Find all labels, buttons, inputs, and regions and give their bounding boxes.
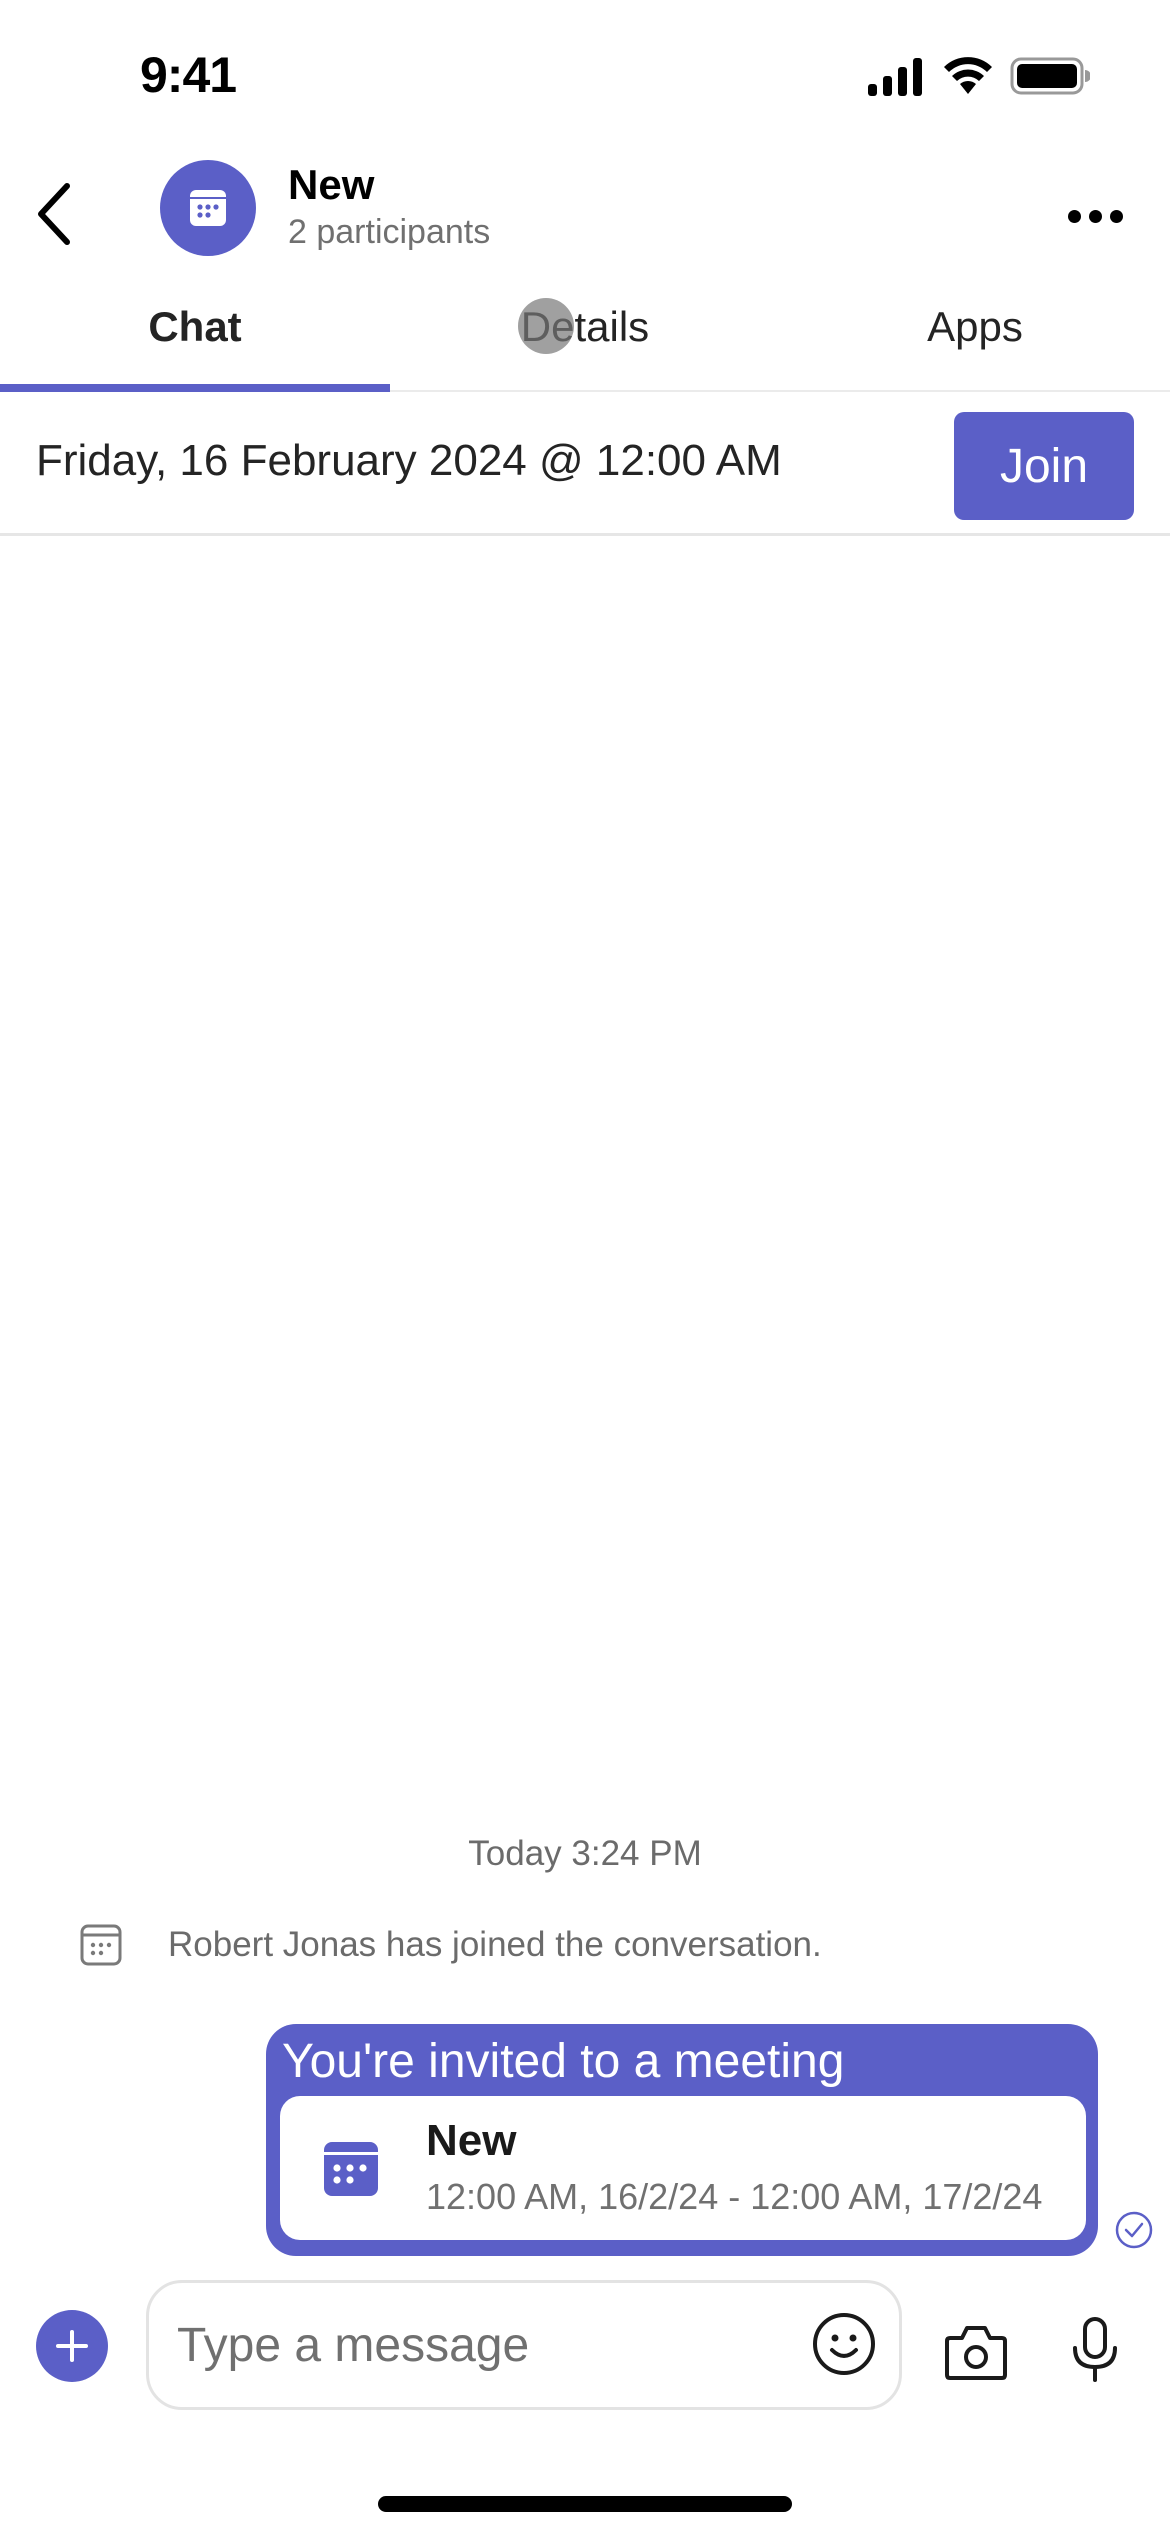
chat-header: New 2 participants [0,150,1170,280]
chat-title: New [288,161,375,208]
status-icons [866,56,1090,96]
meeting-card[interactable]: New 12:00 AM, 16/2/24 - 12:00 AM, 17/2/2… [280,2096,1086,2240]
plus-icon [56,2330,88,2362]
battery-icon [1010,57,1090,95]
tab-chat[interactable]: Chat [0,280,390,392]
message-input-container [146,2280,902,2410]
meeting-time: 12:00 AM, 16/2/24 - 12:00 AM, 17/2/24 [426,2176,1043,2217]
invite-title: You're invited to a meeting [282,2035,845,2088]
touch-indicator [518,298,574,354]
emoji-icon [813,2313,875,2375]
status-bar: 9:41 [0,0,1170,150]
microphone-icon [1073,2317,1117,2382]
back-button[interactable] [20,174,90,254]
chevron-left-icon [38,183,70,245]
meeting-date: Friday, 16 February 2024 @ 12:00 AM [36,436,782,485]
system-message-text: Robert Jonas has joined the conversation… [168,1925,822,1964]
cellular-signal-icon [868,58,922,96]
camera-button[interactable] [944,2322,1008,2387]
emoji-button[interactable] [811,2311,877,2382]
tab-bar: Chat Details Apps [0,280,1170,392]
message-input[interactable] [177,2283,797,2407]
message-composer [0,2270,1170,2420]
calendar-icon [190,190,226,226]
meeting-name: New [426,2116,517,2165]
message-timestamp: Today 3:24 PM [468,1834,702,1873]
tab-details[interactable]: Details [390,280,780,390]
participants-count: 2 participants [288,213,491,251]
sent-check-icon [1115,2211,1153,2249]
avatar[interactable] [160,160,256,256]
calendar-icon [324,2142,378,2196]
microphone-button[interactable] [1070,2316,1120,2387]
title-block[interactable]: New 2 participants [288,160,490,254]
system-message: Robert Jonas has joined the conversation… [78,1922,822,1968]
add-attachment-button[interactable] [36,2310,108,2382]
status-time: 9:41 [140,47,237,103]
meeting-invite-bubble[interactable]: You're invited to a meeting New 12:00 AM… [266,2024,1098,2256]
camera-icon [945,2326,1007,2380]
tab-apps[interactable]: Apps [780,280,1170,390]
more-horizontal-icon [1109,209,1123,223]
home-indicator[interactable] [378,2496,792,2512]
more-options-button[interactable] [1060,186,1130,246]
meeting-banner: Friday, 16 February 2024 @ 12:00 AM Join [0,392,1170,536]
wifi-icon [944,57,992,94]
join-button[interactable]: Join [954,412,1134,520]
more-horizontal-icon [1088,209,1102,223]
more-horizontal-icon [1067,209,1081,223]
calendar-outline-icon [80,1924,122,1966]
